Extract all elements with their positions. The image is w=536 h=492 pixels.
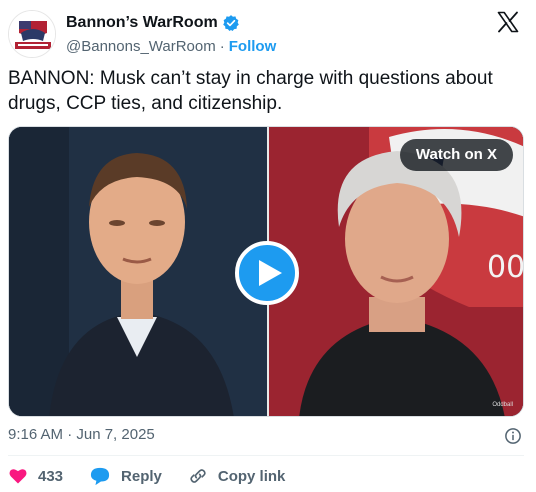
info-icon[interactable] xyxy=(504,427,522,445)
display-name[interactable]: Bannon’s WarRoom xyxy=(66,14,218,32)
reply-icon xyxy=(90,467,110,486)
like-button[interactable]: 433 xyxy=(8,466,63,486)
watch-on-x-button[interactable]: Watch on X xyxy=(399,139,513,171)
guest-figure xyxy=(9,127,267,416)
timestamp-row: 9:16 AM · Jun 7, 2025 xyxy=(8,426,524,448)
reply-label: Reply xyxy=(121,467,162,485)
video-watermark: Oddball xyxy=(492,402,513,408)
post-text: BANNON: Musk can’t stay in charge with q… xyxy=(8,68,493,114)
actions-divider xyxy=(8,455,524,456)
reply-button[interactable]: Reply xyxy=(89,466,162,486)
copy-link-button[interactable]: Copy link xyxy=(188,466,286,486)
verified-badge-icon xyxy=(222,15,239,32)
follow-button[interactable]: Follow xyxy=(229,38,277,55)
x-logo-icon[interactable] xyxy=(496,10,520,34)
link-icon xyxy=(190,469,206,483)
copy-link-label: Copy link xyxy=(217,467,286,485)
separator: · xyxy=(219,37,225,55)
warroom-logo-icon xyxy=(9,11,55,57)
backdrop-text: 00 xyxy=(487,250,524,285)
action-bar: 433 Reply Copy link xyxy=(8,464,311,488)
video-player[interactable]: 00 Watch on X Oddball xyxy=(8,126,524,417)
timestamp[interactable]: 9:16 AM · Jun 7, 2025 xyxy=(8,426,155,443)
heart-icon xyxy=(9,469,27,484)
like-count: 433 xyxy=(38,467,64,485)
post-header: Bannon’s WarRoom @Bannons_WarRoom · Foll… xyxy=(8,6,528,62)
play-icon xyxy=(259,260,282,286)
video-left-pane xyxy=(9,127,267,416)
play-button[interactable] xyxy=(235,241,299,305)
handle[interactable]: @Bannons_WarRoom xyxy=(66,38,216,55)
avatar[interactable] xyxy=(8,10,56,58)
